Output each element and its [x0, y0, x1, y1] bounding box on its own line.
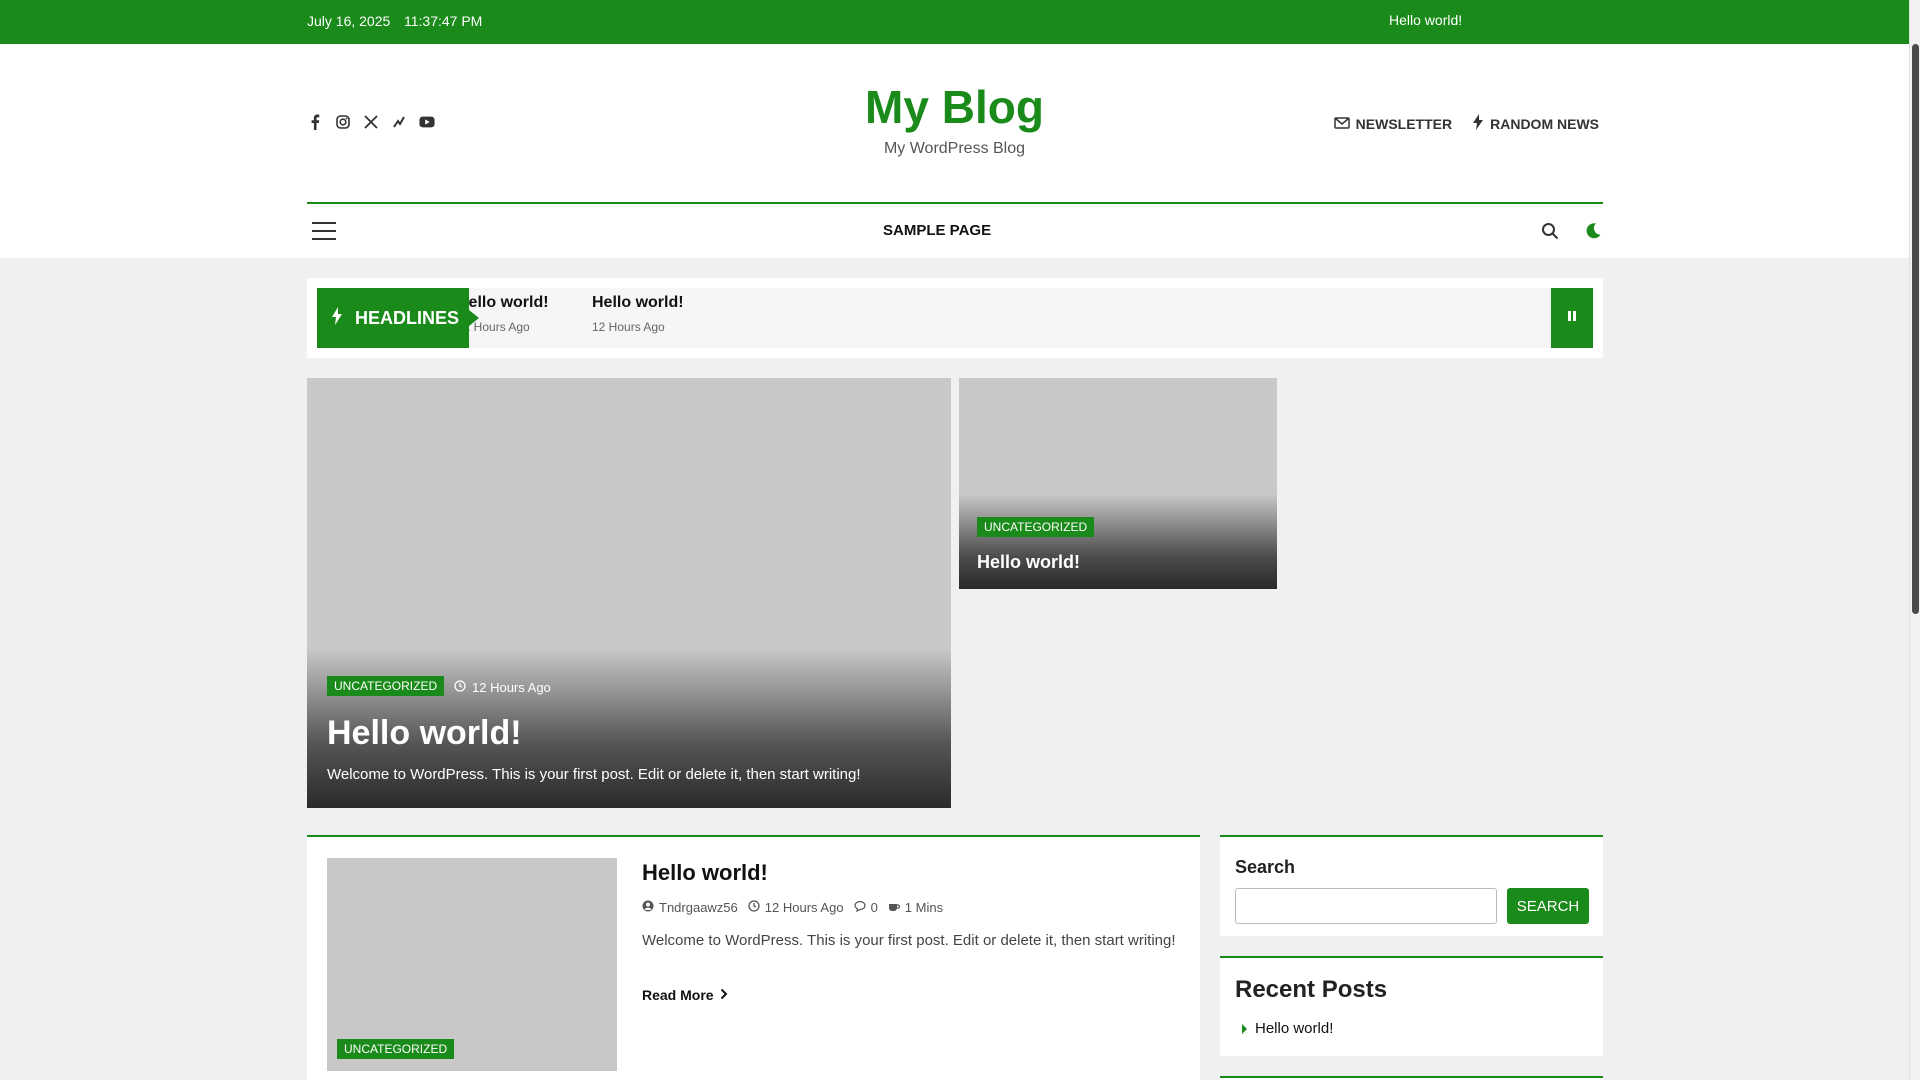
newsletter-link[interactable]: NEWSLETTER	[1333, 114, 1453, 133]
post-time: 12 Hours Ago	[454, 680, 551, 695]
headlines-label-text: HEADLINES	[355, 307, 460, 328]
page-scrollbar[interactable]	[1909, 0, 1920, 1080]
top-bar: July 16, 2025 11:37:47 PM Hello world!	[0, 0, 1909, 44]
category-badge[interactable]: UNCATEGORIZED	[977, 517, 1095, 537]
post-read-time: 1 Mins	[888, 900, 943, 915]
read-more-link[interactable]: Read More	[642, 987, 728, 1003]
ticker-track: Hello world! 12 Hours Ago Hello world! 1…	[317, 288, 1593, 348]
post-excerpt: Welcome to WordPress. This is your first…	[642, 932, 1176, 949]
search-widget-label: Search	[1235, 857, 1296, 877]
post-time-text: 12 Hours Ago	[472, 680, 551, 695]
featured-post-main[interactable]: UNCATEGORIZED 12 Hours Ago Hello world! …	[307, 378, 951, 808]
featured-post-excerpt: Welcome to WordPress. This is your first…	[327, 766, 861, 783]
comment-icon	[853, 900, 866, 915]
scrollbar-thumb[interactable]	[1912, 44, 1919, 614]
post-title[interactable]: Hello world!	[642, 860, 768, 886]
headlines-label: HEADLINES	[317, 288, 479, 348]
headlines-ticker: Hello world! 12 Hours Ago Hello world! 1…	[307, 278, 1603, 358]
featured-post-title[interactable]: Hello world!	[327, 714, 522, 753]
search-button[interactable]: SEARCH	[1507, 888, 1589, 924]
dark-mode-moon-icon[interactable]	[1584, 222, 1602, 245]
clock-icon	[748, 900, 760, 915]
coffee-icon	[888, 900, 900, 915]
post-comments[interactable]: 0	[853, 900, 878, 915]
post-list-item: UNCATEGORIZED Hello world! Tndrgaawz56 1…	[307, 835, 1200, 1080]
bolt-icon	[1472, 114, 1484, 133]
site-header: My Blog My WordPress Blog NEWSLETTER RAN…	[0, 44, 1909, 258]
envelope-icon	[1333, 116, 1350, 132]
ticker-item[interactable]: Hello world! 12 Hours Ago	[592, 294, 684, 334]
recent-posts-widget: Recent Posts Hello world!	[1220, 956, 1603, 1056]
recent-post-link[interactable]: Hello world!	[1242, 1020, 1333, 1037]
featured-side-title[interactable]: Hello world!	[977, 552, 1080, 573]
clock-icon	[454, 680, 466, 695]
top-ticker-link[interactable]: Hello world!	[1389, 12, 1462, 28]
random-news-label: RANDOM NEWS	[1490, 115, 1599, 132]
bolt-icon	[331, 306, 343, 330]
category-badge[interactable]: UNCATEGORIZED	[337, 1039, 455, 1059]
ticker-item-title: Hello world!	[592, 294, 684, 311]
post-read-time-text: 1 Mins	[904, 900, 944, 915]
search-widget: Search SEARCH	[1220, 835, 1603, 936]
hamburger-menu-icon[interactable]	[312, 222, 336, 240]
header-time: 11:37:47 PM	[404, 13, 483, 29]
header-date: July 16, 2025	[307, 13, 391, 29]
user-icon	[642, 900, 654, 915]
site-title[interactable]: My Blog	[0, 80, 1909, 134]
post-author-name: Tndrgaawz56	[659, 900, 738, 915]
chevron-right-icon	[720, 987, 728, 1003]
ticker-item-time: 12 Hours Ago	[592, 320, 665, 334]
post-meta: Tndrgaawz56 12 Hours Ago 0 1 Mins	[642, 900, 943, 915]
nav-divider	[307, 202, 1603, 204]
site-tagline: My WordPress Blog	[883, 140, 1026, 157]
post-date-text: 12 Hours Ago	[764, 900, 844, 915]
search-icon[interactable]	[1541, 222, 1559, 245]
read-more-label: Read More	[642, 987, 714, 1003]
random-news-link[interactable]: RANDOM NEWS	[1472, 114, 1599, 133]
post-author[interactable]: Tndrgaawz56	[642, 900, 738, 915]
pause-icon	[1567, 309, 1577, 327]
recent-posts-title: Recent Posts	[1235, 976, 1388, 1003]
featured-post-side[interactable]: UNCATEGORIZED Hello world!	[959, 378, 1277, 589]
nav-item-sample-page[interactable]: SAMPLE PAGE	[883, 222, 991, 239]
category-badge[interactable]: UNCATEGORIZED	[327, 676, 445, 696]
post-date: 12 Hours Ago	[748, 900, 844, 915]
header-links: NEWSLETTER RANDOM NEWS	[1333, 114, 1599, 133]
post-thumbnail[interactable]: UNCATEGORIZED	[327, 858, 617, 1071]
post-comments-count: 0	[870, 900, 878, 915]
next-widget	[1220, 1076, 1603, 1080]
search-input[interactable]	[1235, 888, 1497, 924]
ticker-pause-button[interactable]	[1551, 288, 1593, 348]
newsletter-label: NEWSLETTER	[1355, 115, 1453, 132]
